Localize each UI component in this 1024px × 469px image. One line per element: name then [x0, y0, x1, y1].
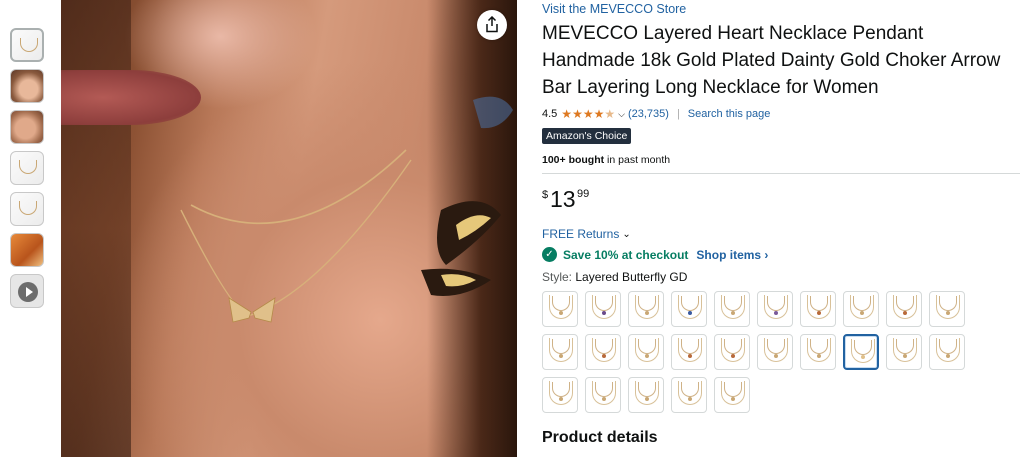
product-title: MEVECCO Layered Heart Necklace Pendant H…	[542, 23, 1001, 98]
chevron-down-icon: ⌄	[622, 228, 631, 240]
style-swatch[interactable]	[542, 377, 578, 413]
style-swatch[interactable]	[843, 291, 879, 327]
star-rating[interactable]: ★ ★ ★ ★ ★	[561, 108, 615, 120]
style-swatch[interactable]	[757, 291, 793, 327]
style-swatch[interactable]	[757, 334, 793, 370]
necklace-illustration	[180, 96, 513, 323]
rating-value: 4.5	[542, 108, 558, 120]
bought-count: 100+ bought	[542, 154, 605, 166]
style-swatch[interactable]	[929, 334, 965, 370]
style-swatch[interactable]	[800, 291, 836, 327]
bought-period: in past month	[604, 154, 671, 166]
rating-row: 4.5 ★ ★ ★ ★ ★ ⌵ (23,735) | Search this p…	[542, 107, 1020, 121]
style-swatch[interactable]	[628, 334, 664, 370]
free-returns-link[interactable]: FREE Returns ⌄	[542, 227, 1020, 241]
search-this-page-link[interactable]: Search this page	[688, 108, 771, 120]
rating-count-link[interactable]: (23,735)	[628, 108, 669, 120]
coupon-row: ✓ Save 10% at checkout Shop items ›	[542, 247, 1020, 262]
separator: |	[676, 108, 680, 120]
star-icon: ★	[572, 107, 583, 121]
share-button[interactable]	[477, 10, 507, 40]
style-swatch[interactable]	[714, 291, 750, 327]
shop-items-link[interactable]: Shop items ›	[696, 248, 768, 262]
price-fraction: 99	[577, 188, 590, 200]
style-swatch[interactable]	[714, 377, 750, 413]
style-swatch[interactable]	[671, 291, 707, 327]
style-swatch[interactable]	[671, 334, 707, 370]
style-swatch[interactable]	[585, 377, 621, 413]
style-swatch[interactable]	[628, 291, 664, 327]
save-at-checkout: Save 10% at checkout	[563, 247, 689, 262]
thumbnail-image[interactable]	[10, 69, 44, 103]
style-selection: Style: Layered Butterfly GD	[542, 270, 1020, 284]
price-whole: 13	[550, 186, 576, 212]
style-swatch[interactable]	[585, 334, 621, 370]
style-value: Layered Butterfly GD	[575, 270, 688, 284]
thumbnail-image[interactable]	[10, 151, 44, 185]
amazons-choice-badge: Amazon's Choice	[542, 128, 632, 144]
style-label: Style:	[542, 270, 573, 284]
style-swatch-grid	[542, 291, 982, 420]
price-symbol: $	[542, 189, 549, 201]
style-swatch[interactable]	[929, 291, 965, 327]
star-icon: ★	[582, 107, 594, 121]
thumbnail-image[interactable]	[10, 233, 44, 267]
style-swatch[interactable]	[714, 334, 750, 370]
style-swatch[interactable]	[671, 377, 707, 413]
style-swatch[interactable]	[886, 334, 922, 370]
store-link[interactable]: Visit the MEVECCO Store	[542, 2, 1020, 16]
play-icon	[18, 282, 38, 302]
style-swatch[interactable]	[585, 291, 621, 327]
check-circle-icon: ✓	[542, 247, 557, 262]
style-swatch[interactable]	[542, 291, 578, 327]
thumbnail-strip	[10, 28, 44, 315]
star-icon: ★	[561, 107, 573, 121]
main-product-image[interactable]	[61, 0, 517, 457]
product-info: Visit the MEVECCO Store MEVECCO Layered …	[542, 0, 1020, 447]
style-swatch[interactable]	[800, 334, 836, 370]
star-icon: ★	[593, 107, 605, 121]
style-swatch[interactable]	[542, 334, 578, 370]
bought-in-past-month: 100+ bought in past month	[542, 154, 1020, 166]
thumbnail-image[interactable]	[10, 192, 44, 226]
half-star-icon: ★	[604, 107, 616, 121]
style-swatch[interactable]	[628, 377, 664, 413]
free-returns-label: FREE Returns	[542, 227, 620, 241]
style-swatch[interactable]	[843, 334, 879, 370]
thumbnail-video[interactable]	[10, 274, 44, 308]
share-icon	[486, 16, 498, 33]
style-swatch[interactable]	[886, 291, 922, 327]
chevron-down-icon[interactable]: ⌵	[618, 109, 625, 120]
thumbnail-image[interactable]	[10, 110, 44, 144]
thumbnail-image[interactable]	[10, 28, 44, 62]
divider	[542, 173, 1020, 174]
price: $ 13 99	[542, 186, 1020, 214]
product-details-heading: Product details	[542, 429, 658, 446]
